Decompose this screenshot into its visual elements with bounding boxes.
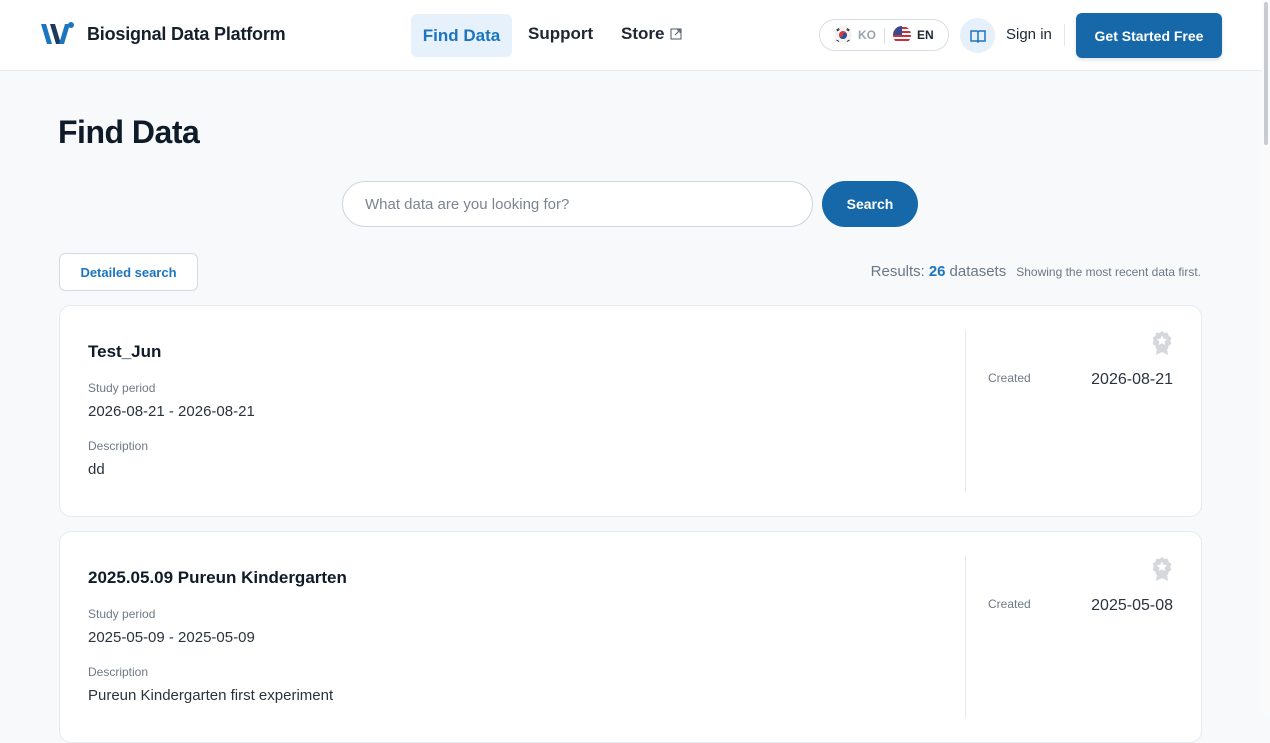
get-started-button[interactable]: Get Started Free	[1076, 13, 1222, 58]
lang-ko-label: KO	[858, 28, 876, 42]
created-date: 2026-08-21	[1091, 371, 1173, 388]
detailed-search-button[interactable]: Detailed search	[59, 253, 198, 291]
results-label: Results:	[870, 263, 925, 280]
language-toggle: KO EN	[819, 19, 949, 51]
brand-name: Biosignal Data Platform	[87, 23, 286, 44]
lang-option-ko[interactable]: KO	[834, 26, 876, 44]
card-divider	[965, 556, 966, 718]
page-title: Find Data	[58, 114, 200, 150]
book-icon	[969, 29, 986, 43]
lang-en-label: EN	[917, 28, 934, 42]
external-link-icon	[670, 28, 683, 40]
guide-button[interactable]	[960, 18, 995, 53]
favorite-badge-icon[interactable]	[1151, 556, 1173, 582]
created-label: Created	[988, 597, 1031, 611]
description-value: Pureun Kindergarten first experiment	[88, 687, 334, 704]
results-summary: Results: 26 datasets Showing the most re…	[871, 263, 1201, 280]
results-count: 26	[928, 263, 946, 280]
created-label: Created	[988, 371, 1031, 385]
study-period-label: Study period	[88, 381, 156, 395]
description-label: Description	[88, 665, 149, 679]
lang-divider	[884, 28, 885, 44]
logo-icon	[41, 22, 74, 44]
nav-store-label: Store	[621, 24, 665, 43]
description-label: Description	[88, 439, 149, 453]
favorite-badge-icon[interactable]	[1151, 330, 1173, 356]
dataset-title[interactable]: 2025.05.09 Pureun Kindergarten	[88, 568, 347, 588]
top-header: Biosignal Data Platform Find Data Suppor…	[0, 0, 1262, 71]
study-period-label: Study period	[88, 607, 156, 621]
card-divider	[965, 330, 966, 492]
study-period-value: 2025-05-09 - 2025-05-09	[88, 629, 255, 646]
results-unit: datasets	[949, 263, 1007, 280]
dataset-card[interactable]: Test_Jun Study period 2026-08-21 - 2026-…	[59, 305, 1202, 517]
us-flag-icon	[893, 26, 911, 44]
lang-option-en[interactable]: EN	[893, 26, 934, 44]
nav-store[interactable]: Store	[621, 24, 683, 44]
search-input[interactable]	[342, 181, 813, 227]
dataset-card[interactable]: 2025.05.09 Pureun Kindergarten Study per…	[59, 531, 1202, 743]
results-sort-note: Showing the most recent data first.	[1016, 265, 1201, 279]
created-date: 2025-05-08	[1091, 597, 1173, 614]
nav-support[interactable]: Support	[528, 24, 593, 44]
study-period-value: 2026-08-21 - 2026-08-21	[88, 403, 255, 420]
description-value: dd	[88, 461, 105, 478]
header-divider	[1064, 24, 1065, 46]
dataset-title[interactable]: Test_Jun	[88, 342, 161, 362]
nav-find-data[interactable]: Find Data	[411, 14, 512, 57]
search-button[interactable]: Search	[822, 181, 918, 227]
scrollbar-thumb[interactable]	[1264, 2, 1268, 145]
sign-in-link[interactable]: Sign in	[1006, 26, 1052, 43]
brand-logo[interactable]: Biosignal Data Platform	[39, 20, 286, 48]
korea-flag-icon	[834, 26, 852, 44]
